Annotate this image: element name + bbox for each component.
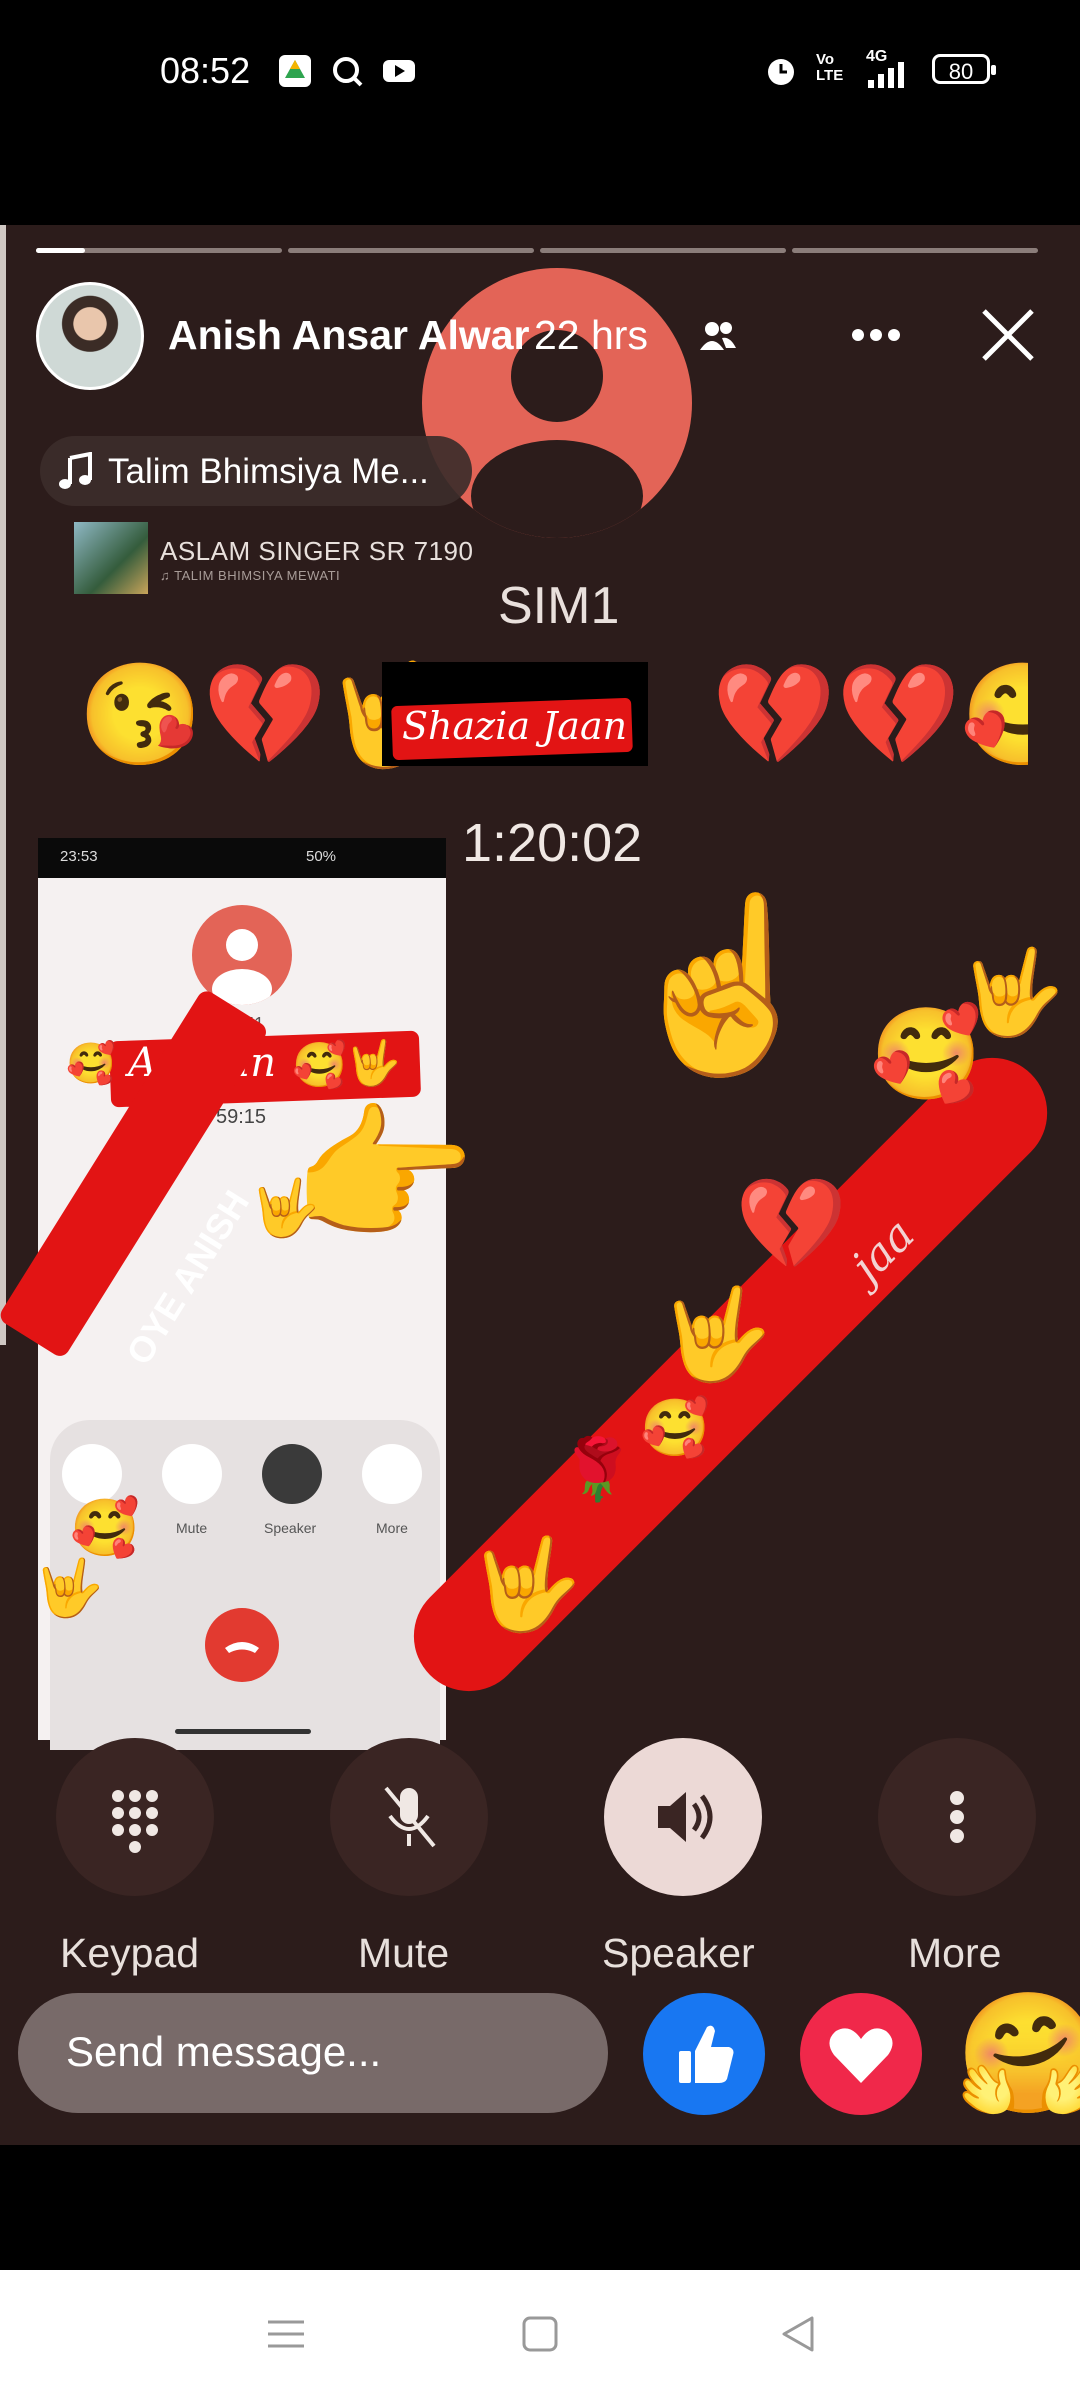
mute-button [330, 1738, 488, 1896]
inner-status-time: 23:53 [60, 848, 98, 865]
smiling-hearts-emoji: 🥰 [70, 1496, 140, 1559]
youtube-icon [383, 60, 415, 82]
speaker-button [604, 1738, 762, 1896]
love-you-gesture-emoji: 🤟 [960, 945, 1065, 1039]
author-avatar[interactable] [36, 282, 144, 390]
music-title[interactable]: Talim Bhimsiya Me... [108, 452, 429, 492]
song-card-title: ASLAM SINGER SR 7190 [160, 536, 474, 566]
more-options-button [878, 1738, 1036, 1896]
close-icon[interactable] [978, 305, 1038, 365]
inner-mute-icon [162, 1444, 222, 1504]
love-reaction-button[interactable] [800, 1993, 922, 2115]
keypad-icon [112, 1790, 158, 1853]
inner-mute-label: Mute [176, 1520, 208, 1536]
inner-status-bar [38, 838, 446, 878]
call-timer: 1:20:02 [462, 813, 643, 873]
name-tag: Shazia Jaan [402, 704, 628, 748]
more-label: More [908, 1930, 1002, 1976]
more-vertical-icon [950, 1791, 964, 1843]
volte-icon: Vo LTE [816, 51, 844, 84]
alarm-icon [768, 59, 794, 85]
smiling-hearts-emoji: 🥰 [292, 1041, 347, 1090]
sim-label: SIM1 [498, 577, 620, 635]
inner-hangup-icon [205, 1608, 279, 1682]
status-time: 08:52 [160, 50, 251, 91]
inner-more-icon [362, 1444, 422, 1504]
story-progress-segment [36, 248, 282, 253]
inner-speaker-label: Speaker [264, 1520, 317, 1536]
song-thumbnail [74, 522, 148, 594]
keypad-label: Keypad [60, 1930, 200, 1976]
smiling-hearts-emoji: 🥰 [640, 1396, 710, 1459]
like-reaction-button[interactable] [643, 1993, 765, 2115]
music-note-icon [59, 452, 92, 489]
inner-more-label: More [376, 1520, 408, 1536]
inner-keypad-icon [62, 1444, 122, 1504]
story-progress-segment [540, 248, 786, 253]
mute-label: Mute [358, 1930, 450, 1976]
friends-icon [700, 322, 736, 350]
smiling-hearts-emoji: 🥰 [66, 1042, 116, 1086]
search-icon [333, 57, 363, 87]
song-card-subtitle: ♫ TALIM BHIMSIYA MEWATI [160, 568, 341, 583]
inner-call-timer: 59:15 [216, 1106, 267, 1128]
more-horizontal-icon[interactable] [848, 310, 904, 360]
rose-emoji: 🌹 [560, 1436, 635, 1503]
author-name[interactable]: Anish Ansar Alwar [168, 312, 530, 359]
inner-status-battery: 50% [306, 848, 337, 865]
story-progress-segment [792, 248, 1038, 253]
broken-heart-emoji: 💔 [735, 1175, 848, 1275]
love-you-gesture-emoji: 🤟 [250, 1176, 320, 1239]
story-edge [0, 225, 6, 1345]
drive-icon [279, 55, 311, 87]
keypad-button [56, 1738, 214, 1896]
speaker-label: Speaker [602, 1930, 755, 1976]
back-icon[interactable] [774, 2310, 822, 2358]
love-you-gesture-emoji: 🤟 [34, 1556, 104, 1619]
inner-home-indicator [175, 1729, 311, 1734]
inner-speaker-icon [262, 1444, 322, 1504]
screen-gap [0, 2145, 1080, 2270]
mute-icon [384, 1786, 436, 1848]
post-time: 22 hrs [534, 312, 648, 358]
love-icon [829, 2028, 893, 2083]
care-icon: 🤗 [955, 1988, 1080, 2120]
love-you-gesture-emoji: 🤟 [470, 1535, 583, 1635]
send-message-placeholder[interactable]: Send message... [66, 2028, 381, 2076]
home-icon[interactable] [516, 2310, 564, 2358]
pointing-up-emoji: ☝️ [618, 890, 830, 1080]
recents-icon[interactable] [262, 2310, 310, 2358]
speaker-icon [658, 1792, 713, 1842]
like-icon [679, 2025, 734, 2083]
battery-indicator: 80 [932, 54, 996, 84]
caller-avatar [422, 268, 692, 538]
story-progress-segment [288, 248, 534, 253]
signal-icon [868, 62, 904, 88]
love-you-gesture-emoji: 🤟 [660, 1285, 773, 1385]
love-you-gesture-emoji: 🤟 [346, 1039, 401, 1088]
care-reaction-button[interactable]: 🤗 [955, 1993, 1080, 2115]
